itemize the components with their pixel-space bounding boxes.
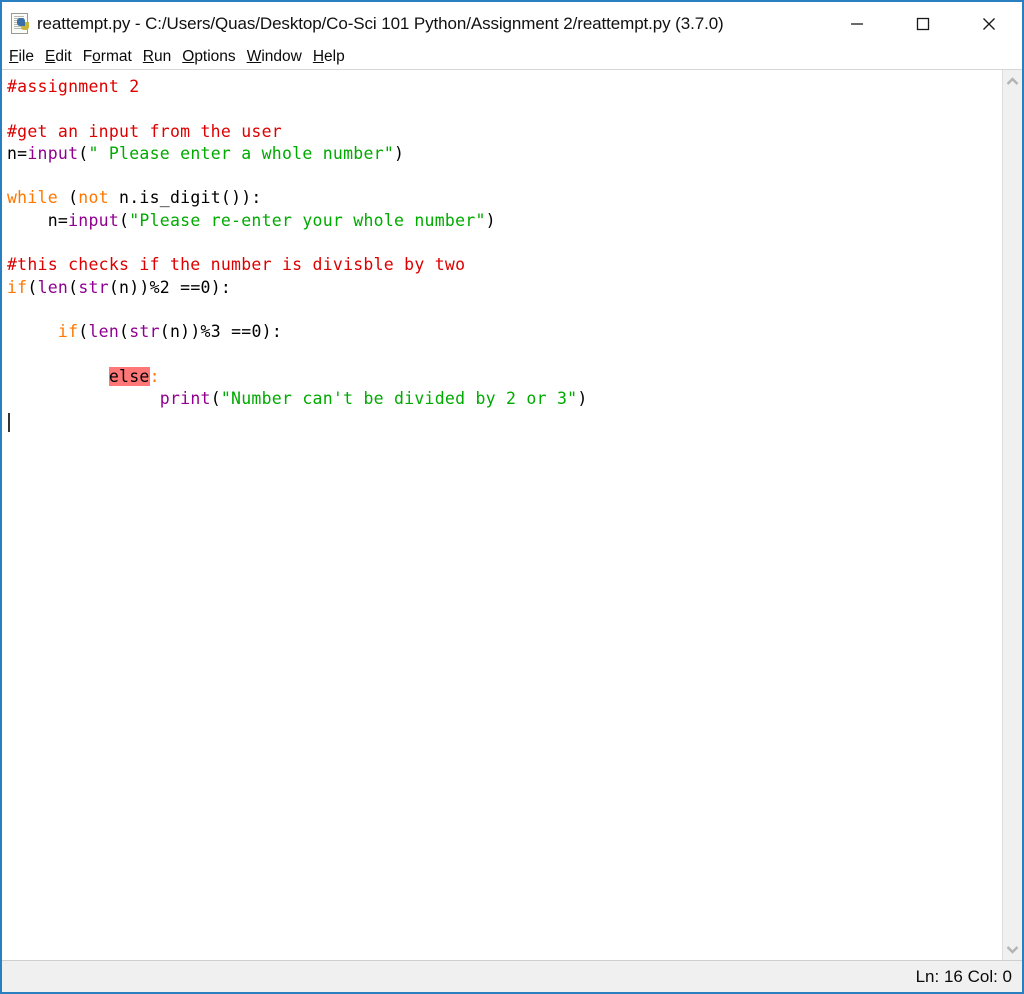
chevron-up-icon (1006, 76, 1019, 85)
maximize-button[interactable] (890, 2, 956, 45)
code-line: print("Number can't be divided by 2 or 3… (7, 388, 1002, 410)
title-bar[interactable]: reattempt.py - C:/Users/Quas/Desktop/Co-… (2, 2, 1022, 45)
chevron-down-icon (1006, 945, 1019, 954)
code-token-keyword: not (78, 188, 109, 208)
menu-item-edit[interactable]: Edit (45, 49, 72, 65)
menu-mnemonic: E (44, 48, 56, 66)
code-token-plain: ) (394, 143, 405, 163)
menu-item-format[interactable]: Format (83, 49, 132, 65)
python-file-icon (10, 13, 32, 35)
code-text-area[interactable]: #assignment 2 #get an input from the use… (2, 70, 1002, 960)
code-token-builtin: len (37, 277, 69, 297)
cursor-position-label: Ln: 16 Col: 0 (915, 966, 1012, 986)
code-token-plain: ( (68, 277, 79, 297)
window-controls (824, 2, 1022, 45)
scrollbar-track[interactable] (1003, 92, 1022, 938)
code-line: #this checks if the number is divisble b… (7, 254, 1002, 276)
menu-mnemonic: R (142, 48, 154, 66)
code-token-builtin: print (159, 389, 211, 409)
code-line: else: (7, 366, 1002, 388)
code-token-keyword: if (57, 322, 79, 342)
menu-mnemonic: H (312, 48, 325, 66)
menu-mnemonic: F (9, 48, 19, 66)
status-bar: Ln: 16 Col: 0 (2, 960, 1022, 992)
code-token-builtin: str (129, 322, 160, 342)
minimize-icon (851, 22, 863, 25)
text-caret (8, 412, 10, 432)
close-button[interactable] (956, 2, 1022, 45)
close-icon (983, 17, 995, 30)
code-line: if(len(str(n))%2 ==0): (7, 277, 1002, 299)
code-token-plain: ( (119, 322, 130, 342)
code-token-plain: n.is_digit()): (108, 188, 262, 208)
menu-item-file[interactable]: File (9, 49, 34, 65)
code-line: if(len(str(n))%3 ==0): (7, 321, 1002, 343)
code-token-plain: ( (119, 210, 130, 230)
editor-area: #assignment 2 #get an input from the use… (2, 70, 1022, 960)
code-token-plain: ( (78, 143, 89, 163)
code-token-plain: n= (7, 210, 69, 230)
scroll-up-button[interactable] (1003, 70, 1023, 92)
menu-mnemonic: W (246, 48, 262, 66)
scroll-down-button[interactable] (1003, 938, 1023, 960)
code-token-builtin: len (88, 322, 120, 342)
code-token-comment: #assignment 2 (7, 77, 140, 96)
code-token-plain: (n))%2 ==0): (108, 277, 232, 297)
code-token-keyword: while (7, 188, 58, 208)
code-line: n=input(" Please enter a whole number") (7, 143, 1002, 165)
code-token-plain: ( (78, 322, 89, 342)
menu-item-run[interactable]: Run (143, 49, 171, 65)
code-token-plain: ) (577, 389, 588, 409)
code-token-plain: n= (7, 143, 28, 163)
code-token-builtin: str (78, 277, 109, 297)
code-line: #assignment 2 (7, 76, 1002, 98)
code-token-keyword: if (7, 277, 28, 297)
minimize-button[interactable] (824, 2, 890, 45)
code-token-plain: ( (210, 389, 221, 409)
code-token-err: else (108, 366, 150, 386)
menu-bar: File Edit Format Run Options Window Help (2, 45, 1022, 70)
code-line: n=input("Please re-enter your whole numb… (7, 210, 1002, 232)
code-token-plain: ( (57, 188, 79, 208)
maximize-icon (916, 17, 930, 30)
idle-editor-window: reattempt.py - C:/Users/Quas/Desktop/Co-… (0, 0, 1024, 994)
menu-item-options[interactable]: Options (182, 49, 235, 65)
code-token-string: " Please enter a whole number" (88, 143, 394, 163)
window-title: reattempt.py - C:/Users/Quas/Desktop/Co-… (37, 14, 724, 33)
code-line: while (not n.is_digit()): (7, 187, 1002, 209)
code-token-plain: ) (485, 210, 496, 230)
code-token-string: "Number can't be divided by 2 or 3" (220, 389, 578, 409)
menu-mnemonic: o (92, 48, 101, 66)
code-token-comment: #get an input from the user (7, 121, 282, 141)
menu-mnemonic: O (182, 48, 195, 66)
code-token-string: "Please re-enter your whole number" (129, 210, 486, 230)
code-token-plain: ( (27, 277, 38, 297)
menu-item-help[interactable]: Help (313, 49, 345, 65)
code-line: #get an input from the user (7, 121, 1002, 143)
code-token-builtin: input (27, 143, 79, 163)
code-token-keyword: : (149, 366, 160, 386)
code-token-builtin: input (68, 210, 120, 230)
code-token-plain: (n))%3 ==0): (159, 322, 283, 342)
vertical-scrollbar[interactable] (1002, 70, 1022, 960)
code-token-comment: #this checks if the number is divisble b… (7, 255, 466, 275)
menu-item-window[interactable]: Window (247, 49, 302, 65)
